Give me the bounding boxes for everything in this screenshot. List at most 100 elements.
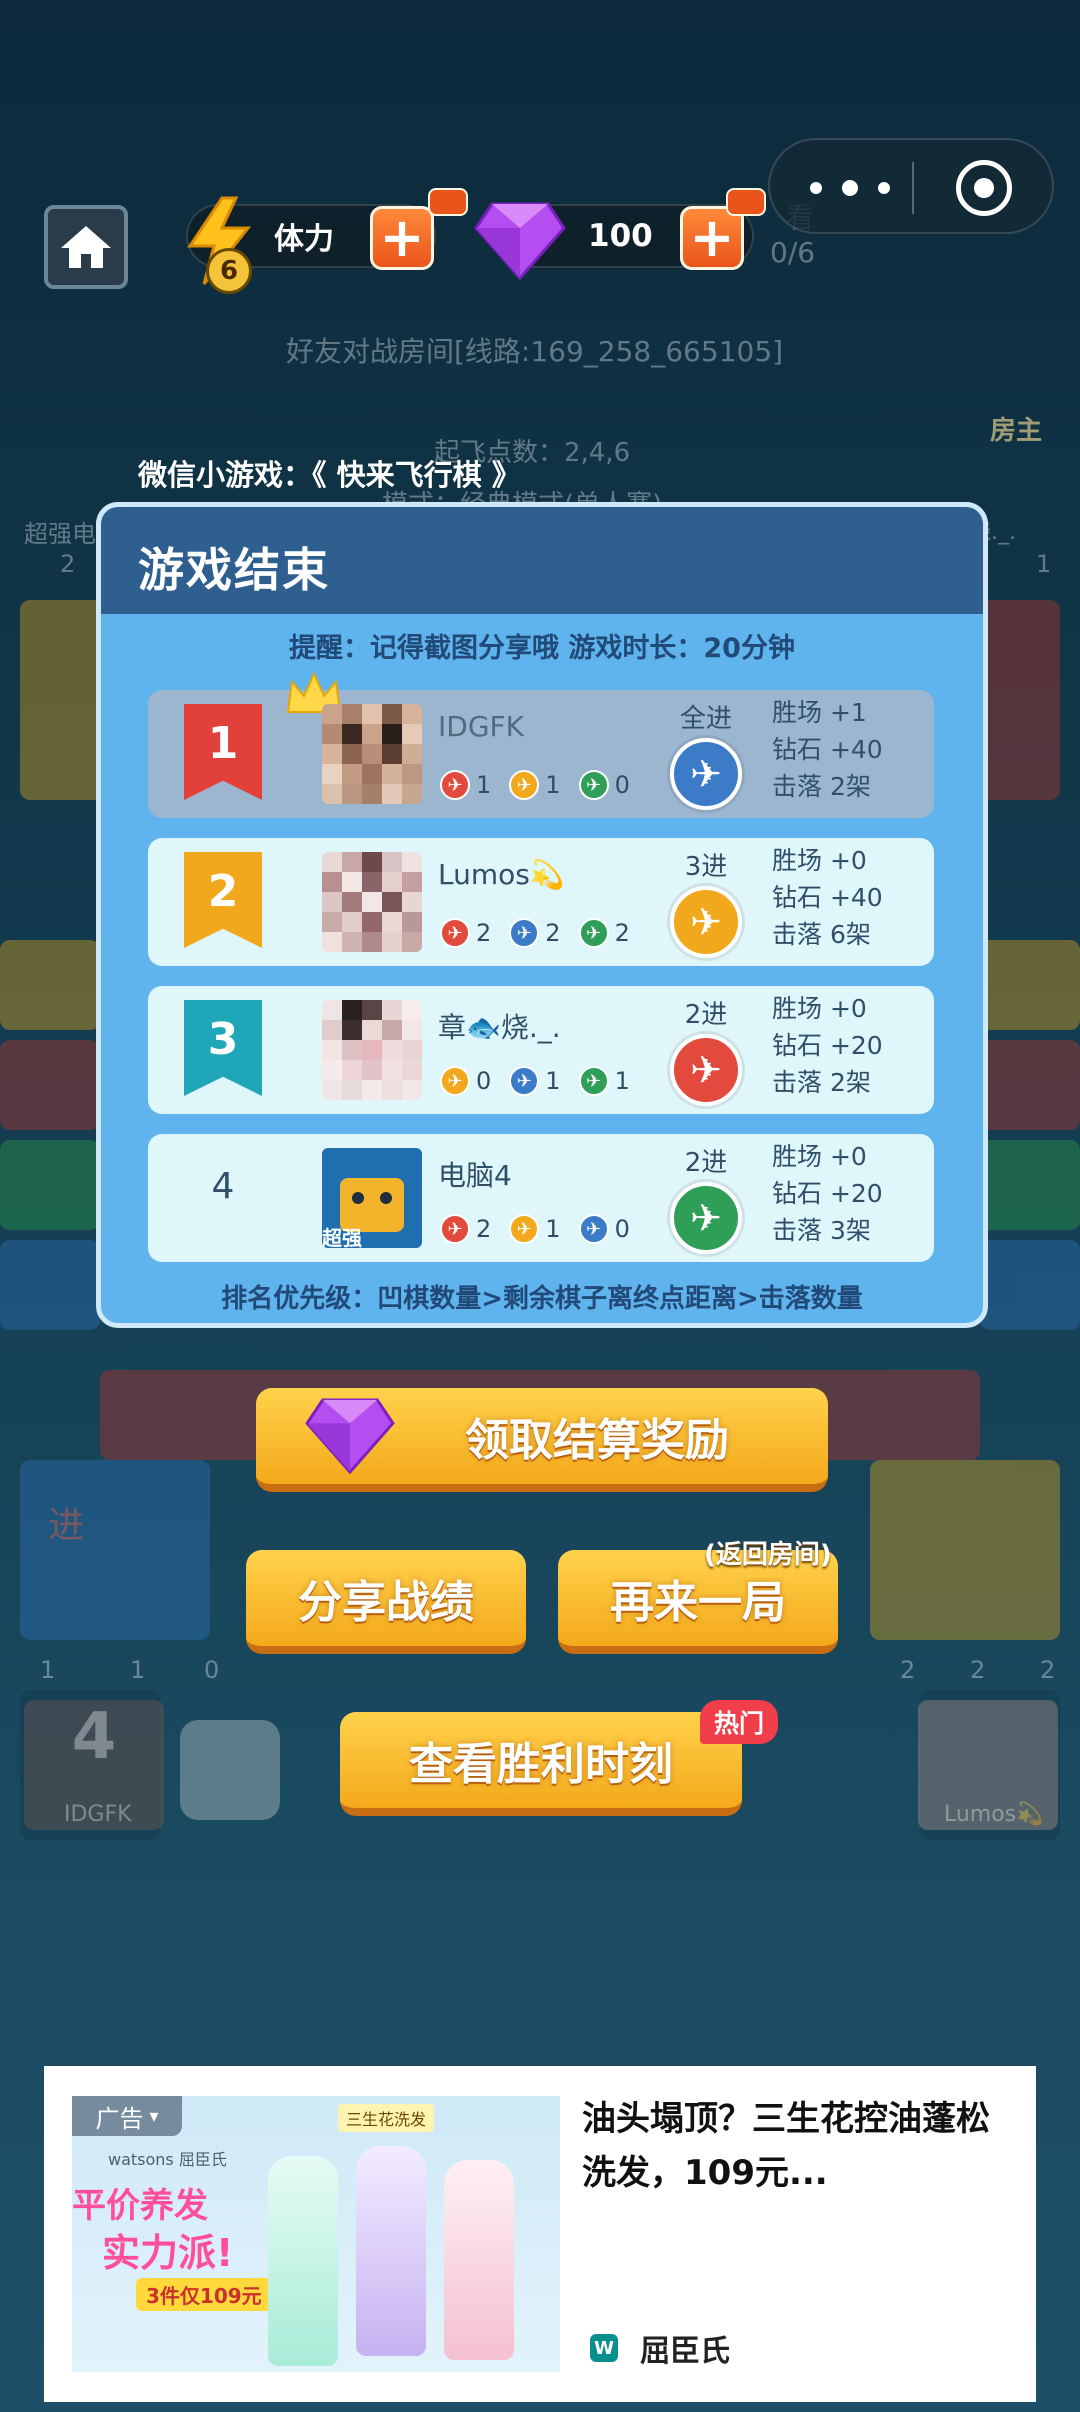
ad-slogan-1: 平价养发 bbox=[72, 2186, 208, 2226]
chevron-down-icon: ▾ bbox=[149, 2105, 159, 2127]
claim-reward-button[interactable]: 领取结算奖励 bbox=[256, 1388, 828, 1492]
product-bottle-purple bbox=[356, 2146, 426, 2356]
player-left-number: 4 bbox=[71, 1700, 117, 1774]
blue-plane-icon: ✈ bbox=[509, 1066, 540, 1096]
diamond-reward: 钻石 +20 bbox=[772, 1031, 883, 1060]
player-name: IDGFK bbox=[438, 710, 524, 743]
home-icon bbox=[61, 226, 111, 268]
game-name: 微信小游戏：《 快来飞行棋 》 bbox=[138, 458, 521, 492]
room-title: 好友对战房间[线路:169_258_665105] bbox=[286, 335, 784, 368]
ad-image-label: 三生花洗发 bbox=[338, 2104, 435, 2132]
rank-flag: 3 bbox=[184, 1000, 262, 1096]
right-count: 1 bbox=[1036, 550, 1052, 578]
progress-label: 全进 bbox=[679, 704, 732, 734]
avatar bbox=[322, 852, 422, 952]
ad-tag-label: 广告 bbox=[95, 2104, 144, 2133]
shot-count: 击落 2架 bbox=[772, 1068, 871, 1097]
ad-tag[interactable]: 广告 ▾ bbox=[72, 2096, 182, 2136]
reward-block: 胜场 +0 钻石 +20 击落 3架 bbox=[772, 1138, 883, 1249]
red-plane-icon: ✈ bbox=[440, 1214, 470, 1244]
energy-count-badge: 6 bbox=[206, 248, 252, 294]
diamond-count: 100 bbox=[588, 218, 653, 254]
stat-green: 1 bbox=[614, 1067, 630, 1095]
back-to-room-hint: (返回房间) bbox=[704, 1540, 832, 1570]
bottom-left-count-3: 0 bbox=[204, 1656, 220, 1684]
rank-flag: 1 bbox=[184, 704, 262, 800]
shot-count: 击落 2架 bbox=[772, 772, 871, 801]
win-reward: 胜场 +1 bbox=[772, 698, 867, 727]
product-bottle-green bbox=[268, 2156, 338, 2366]
progress-label: 2进 bbox=[684, 1000, 728, 1030]
green-plane-icon: ✈ bbox=[578, 770, 609, 800]
stat-red: 1 bbox=[476, 771, 492, 799]
stat-red: 2 bbox=[476, 1215, 492, 1243]
bot-tag: 超强 bbox=[322, 1226, 362, 1248]
home-button[interactable] bbox=[44, 205, 128, 289]
rank-number: 4 bbox=[211, 1166, 235, 1207]
add-energy-button[interactable]: + bbox=[370, 206, 434, 270]
rank-row-4: 4 超强 电脑4 ✈ 2 ✈ 1 ✈ 0 2进 ✈ 胜场 +0 钻石 +20 击落 3… bbox=[148, 1134, 934, 1262]
close-miniprogram-icon[interactable] bbox=[956, 160, 1012, 216]
stat-yellow: 1 bbox=[545, 771, 561, 799]
ad-brand: 屈臣氏 bbox=[640, 2334, 730, 2369]
win-reward: 胜场 +0 bbox=[772, 1142, 867, 1171]
red-plane-icon: ✈ bbox=[440, 770, 470, 800]
blue-plane-icon: ✈ bbox=[670, 738, 742, 810]
yellow-plane-icon: ✈ bbox=[509, 770, 540, 800]
bot-avatar: 超强 bbox=[322, 1148, 422, 1248]
player-name: Lumos💫 bbox=[438, 858, 565, 891]
bottom-left-count-2: 1 bbox=[130, 1656, 146, 1684]
red-plane-icon: ✈ bbox=[440, 918, 470, 948]
host-badge: 房主 bbox=[990, 416, 1043, 446]
play-again-label: 再来一局 bbox=[610, 1577, 786, 1628]
claim-reward-label: 领取结算奖励 bbox=[465, 1415, 729, 1466]
ad-title[interactable]: 油头塌顶？三生花控油蓬松洗发，109元... bbox=[582, 2092, 1022, 2200]
progress-label: 3进 bbox=[684, 852, 728, 882]
green-plane-icon: ✈ bbox=[578, 918, 609, 948]
avatar bbox=[322, 1000, 422, 1100]
progress-label: 2进 bbox=[684, 1148, 728, 1178]
stat-green: 0 bbox=[614, 771, 630, 799]
blue-plane-icon: ✈ bbox=[509, 918, 540, 948]
reward-block: 胜场 +0 钻石 +40 击落 6架 bbox=[772, 842, 883, 953]
stat-blue: 1 bbox=[545, 1067, 561, 1095]
yellow-plane-icon: ✈ bbox=[509, 1214, 540, 1244]
diamond-icon bbox=[305, 1398, 395, 1474]
share-result-button[interactable]: 分享战绩 bbox=[246, 1550, 526, 1654]
mini-stats: ✈ 2 ✈ 1 ✈ 0 bbox=[440, 1214, 630, 1244]
ranking-rule: 排名优先级：凹棋数量>剩余棋子离终点距离>击落数量 bbox=[221, 1284, 863, 1314]
ad-image[interactable]: 广告 ▾ watsons 屈臣氏 三生花洗发 平价养发 实力派! 3件仅109元 bbox=[72, 2096, 560, 2372]
dice-icon[interactable] bbox=[180, 1720, 280, 1820]
shot-count: 击落 3架 bbox=[772, 1216, 871, 1245]
stat-yellow: 0 bbox=[476, 1067, 492, 1095]
player-left-name: IDGFK bbox=[64, 1802, 132, 1827]
green-plane-icon: ✈ bbox=[670, 1182, 742, 1254]
view-victory-button[interactable]: 查看胜利时刻 bbox=[340, 1712, 742, 1816]
video-ad-icon-2 bbox=[726, 188, 766, 216]
shot-count: 击落 6架 bbox=[772, 920, 871, 949]
stat-blue: 0 bbox=[614, 1215, 630, 1243]
mini-stats: ✈ 1 ✈ 1 ✈ 0 bbox=[440, 770, 630, 800]
yellow-plane-icon: ✈ bbox=[670, 886, 742, 958]
reward-block: 胜场 +0 钻石 +20 击落 2架 bbox=[772, 990, 883, 1101]
ad-price-tag: 3件仅109元 bbox=[136, 2278, 272, 2311]
win-reward: 胜场 +0 bbox=[772, 994, 867, 1023]
green-plane-icon: ✈ bbox=[578, 1066, 609, 1096]
spectate-count: 0/6 bbox=[770, 236, 816, 269]
reward-block: 胜场 +1 钻石 +40 击落 2架 bbox=[772, 694, 883, 805]
miniprogram-capsule bbox=[768, 138, 1054, 234]
win-reward: 胜场 +0 bbox=[772, 846, 867, 875]
red-plane-icon: ✈ bbox=[670, 1034, 742, 1106]
player-right-name: Lumos💫 bbox=[944, 1802, 1044, 1827]
stat-green: 2 bbox=[614, 919, 630, 947]
diamond-reward: 钻石 +20 bbox=[772, 1179, 883, 1208]
mini-stats: ✈ 2 ✈ 2 ✈ 2 bbox=[440, 918, 630, 948]
bottom-left-count-1: 1 bbox=[40, 1656, 56, 1684]
stat-blue: 2 bbox=[545, 919, 561, 947]
share-result-label: 分享战绩 bbox=[298, 1577, 474, 1628]
more-icon[interactable] bbox=[810, 176, 890, 200]
view-victory-label: 查看胜利时刻 bbox=[409, 1739, 673, 1790]
rank-row-1: 1 IDGFK ✈ 1 ✈ 1 ✈ 0 全进 ✈ 胜场 +1 钻石 +40 击落 2架 bbox=[148, 671, 934, 818]
bottom-right-count-3: 2 bbox=[1040, 1656, 1056, 1684]
bottom-right-count-1: 2 bbox=[900, 1656, 916, 1684]
